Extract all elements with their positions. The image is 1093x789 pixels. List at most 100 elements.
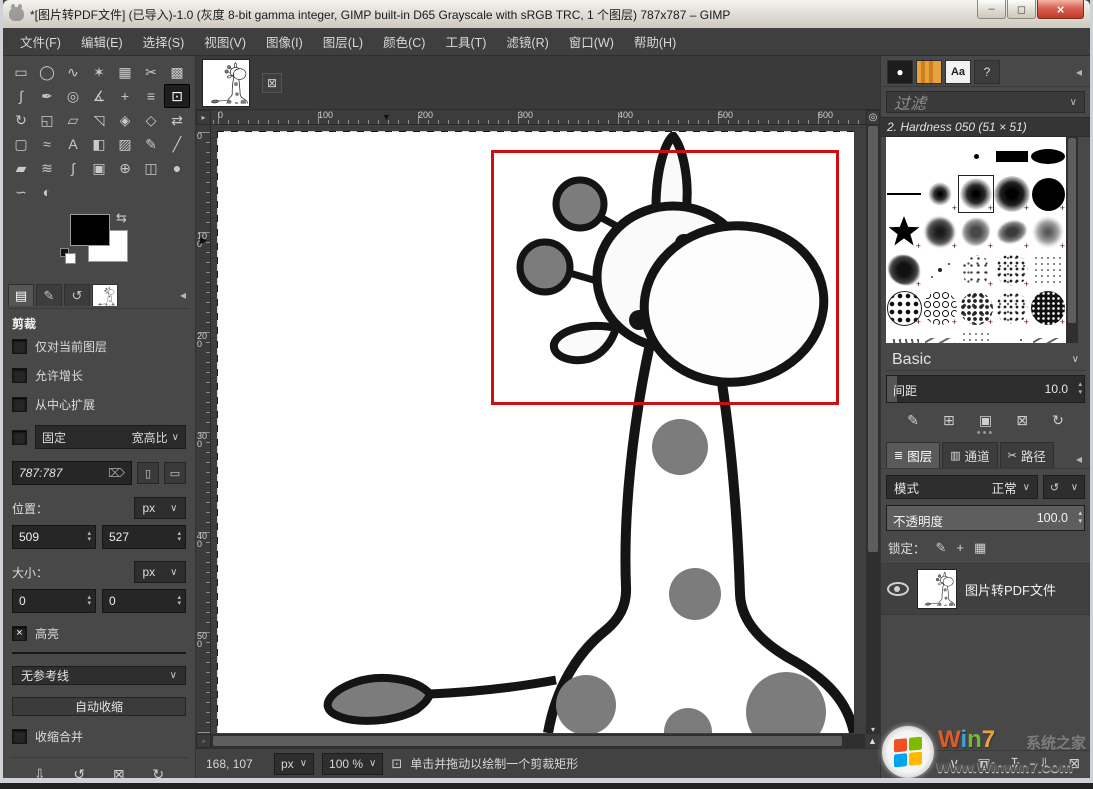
dock-collapse-icon[interactable]: ◂ xyxy=(1072,450,1086,468)
menu-colors[interactable]: 颜色(C) xyxy=(374,28,434,55)
portrait-orientation-button[interactable]: ▯ xyxy=(137,462,159,484)
size-width-input[interactable]: 0 ▴▾ xyxy=(12,589,96,613)
tool-airbrush-icon[interactable]: ≋ xyxy=(34,156,60,180)
minimize-button[interactable]: – xyxy=(977,0,1006,19)
delete-layer-icon[interactable]: ⊠ xyxy=(1068,755,1080,772)
new-layer-icon[interactable]: ⊞ xyxy=(891,755,903,772)
brush-cell[interactable] xyxy=(886,289,922,327)
menu-layer[interactable]: 图层(L) xyxy=(314,28,372,55)
tool-cage-transform-icon[interactable]: ▢ xyxy=(8,132,34,156)
brush-cell[interactable] xyxy=(886,213,922,251)
brush-cell-hardness-050[interactable] xyxy=(958,175,994,213)
tool-handle-transform-icon[interactable]: ◈ xyxy=(112,108,138,132)
edit-brush-icon[interactable]: ✎ xyxy=(907,412,919,429)
tool-shear-icon[interactable]: ▱ xyxy=(60,108,86,132)
spinner-arrows-icon[interactable]: ▴▾ xyxy=(177,531,181,543)
vertical-scrollbar-thumb[interactable] xyxy=(868,126,878,552)
menu-edit[interactable]: 编辑(E) xyxy=(72,28,132,55)
vertical-scrollbar[interactable]: ▾ xyxy=(866,125,880,734)
menu-view[interactable]: 视图(V) xyxy=(195,28,255,55)
dock-collapse-icon[interactable]: ◂ xyxy=(1072,63,1086,81)
brush-cell[interactable] xyxy=(922,327,958,343)
tool-select-by-color-icon[interactable]: ▦ xyxy=(112,60,138,84)
reset-tool-options-icon[interactable]: ↻ xyxy=(152,766,164,783)
clear-input-icon[interactable]: ⌦ xyxy=(108,466,125,480)
spinner-arrows-icon[interactable]: ▴▾ xyxy=(177,595,181,607)
tool-clone-icon[interactable]: ▣ xyxy=(86,156,112,180)
brush-cell[interactable] xyxy=(994,327,1030,343)
tool-ellipse-select-icon[interactable]: ◯ xyxy=(34,60,60,84)
fixed-aspect-dropdown[interactable]: 固定 宽高比 ∨ xyxy=(35,425,186,449)
brush-cell[interactable] xyxy=(958,137,994,175)
tool-scale-icon[interactable]: ◱ xyxy=(34,108,60,132)
tool-pencil-icon[interactable]: ✎ xyxy=(138,132,164,156)
lock-alpha-icon[interactable]: ▦ xyxy=(974,540,986,556)
horizontal-scrollbar-thumb[interactable] xyxy=(213,736,842,746)
close-image-tab-icon[interactable]: ⊠ xyxy=(262,73,282,93)
anchor-layer-icon[interactable]: ↧ xyxy=(1009,755,1021,772)
tool-color-picker-icon[interactable]: ✒ xyxy=(34,84,60,108)
tool-dodge-burn-icon[interactable]: ◐ xyxy=(34,180,60,204)
layer-opacity-slider[interactable]: 不透明度 100.0 ▴▾ xyxy=(886,505,1085,531)
spinner-arrows-icon[interactable]: ▴▾ xyxy=(1078,381,1082,397)
canvas-viewport[interactable] xyxy=(211,125,866,734)
brush-cell[interactable] xyxy=(994,137,1030,175)
lower-layer-icon[interactable]: ∨ xyxy=(949,755,959,772)
current-layer-only-checkbox[interactable] xyxy=(12,339,27,354)
delete-tool-preset-icon[interactable]: ⊠ xyxy=(113,766,125,783)
tool-eraser-icon[interactable]: ▰ xyxy=(8,156,34,180)
tool-blur-sharpen-icon[interactable]: ● xyxy=(164,156,190,180)
tab-device-status[interactable]: ✎ xyxy=(36,284,62,306)
brush-cell[interactable] xyxy=(994,251,1030,289)
guides-dropdown[interactable]: 无参考线 ∨ xyxy=(12,666,186,685)
brush-cell[interactable] xyxy=(1030,175,1066,213)
landscape-orientation-button[interactable]: ▭ xyxy=(164,462,186,484)
brush-cell[interactable] xyxy=(922,251,958,289)
zoom-dropdown[interactable]: 100 %∨ xyxy=(322,753,383,775)
position-x-input[interactable]: 509 ▴▾ xyxy=(12,525,96,549)
expand-from-center-checkbox[interactable] xyxy=(12,397,27,412)
tool-measure-icon[interactable]: ∡ xyxy=(86,84,112,108)
tool-text-icon[interactable]: A xyxy=(60,132,86,156)
menu-file[interactable]: 文件(F) xyxy=(11,28,70,55)
duplicate-layer-icon[interactable]: ▣ xyxy=(977,755,990,772)
lock-pixels-icon[interactable]: ✎ xyxy=(936,540,947,556)
brush-cell[interactable] xyxy=(1030,251,1066,289)
brush-cell[interactable] xyxy=(994,175,1030,213)
position-unit-dropdown[interactable]: px∨ xyxy=(134,497,186,519)
brush-cell[interactable] xyxy=(994,289,1030,327)
brush-cell[interactable] xyxy=(958,251,994,289)
restore-tool-preset-icon[interactable]: ↺ xyxy=(73,766,85,783)
brush-cell[interactable] xyxy=(1030,213,1066,251)
reset-colors-icon[interactable] xyxy=(60,248,69,257)
zoom-follow-window-icon[interactable]: ◎ xyxy=(866,110,880,125)
tool-rectangle-select-icon[interactable]: ▭ xyxy=(8,60,34,84)
tool-ink-icon[interactable]: ʃ xyxy=(60,156,86,180)
new-brush-icon[interactable]: ⊞ xyxy=(943,412,955,429)
brush-cell[interactable] xyxy=(1030,289,1066,327)
tool-free-select-icon[interactable]: ∿ xyxy=(60,60,86,84)
menu-tools[interactable]: 工具(T) xyxy=(436,28,495,55)
canvas[interactable] xyxy=(218,132,854,733)
brush-cell[interactable] xyxy=(922,213,958,251)
tab-brushes[interactable]: ● xyxy=(887,60,913,84)
delete-brush-icon[interactable]: ⊠ xyxy=(1016,412,1028,429)
tab-paths[interactable]: ✂ 路径 xyxy=(1000,442,1054,468)
brush-cell[interactable] xyxy=(922,289,958,327)
maximize-button[interactable]: ◻ xyxy=(1007,0,1036,19)
raise-layer-icon[interactable]: ∧ xyxy=(921,755,931,772)
tool-rotate-icon[interactable]: ↻ xyxy=(8,108,34,132)
tool-paintbrush-icon[interactable]: ╱ xyxy=(164,132,190,156)
highlight-checkbox[interactable]: × xyxy=(12,626,27,641)
tool-flip-icon[interactable]: ⇄ xyxy=(164,108,190,132)
spinner-arrows-icon[interactable]: ▴▾ xyxy=(87,595,91,607)
tool-scissors-select-icon[interactable]: ✂ xyxy=(138,60,164,84)
layer-mode-switch-button[interactable]: ↺∨ xyxy=(1043,475,1085,499)
layer-row[interactable]: 图片转PDF文件 xyxy=(881,563,1090,615)
brush-cell[interactable] xyxy=(886,137,922,175)
size-height-input[interactable]: 0 ▴▾ xyxy=(102,589,186,613)
lock-position-icon[interactable]: + xyxy=(956,540,964,555)
spinner-arrows-icon[interactable]: ▴▾ xyxy=(1078,510,1082,526)
brush-cell[interactable] xyxy=(994,213,1030,251)
menu-image[interactable]: 图像(I) xyxy=(257,28,312,55)
